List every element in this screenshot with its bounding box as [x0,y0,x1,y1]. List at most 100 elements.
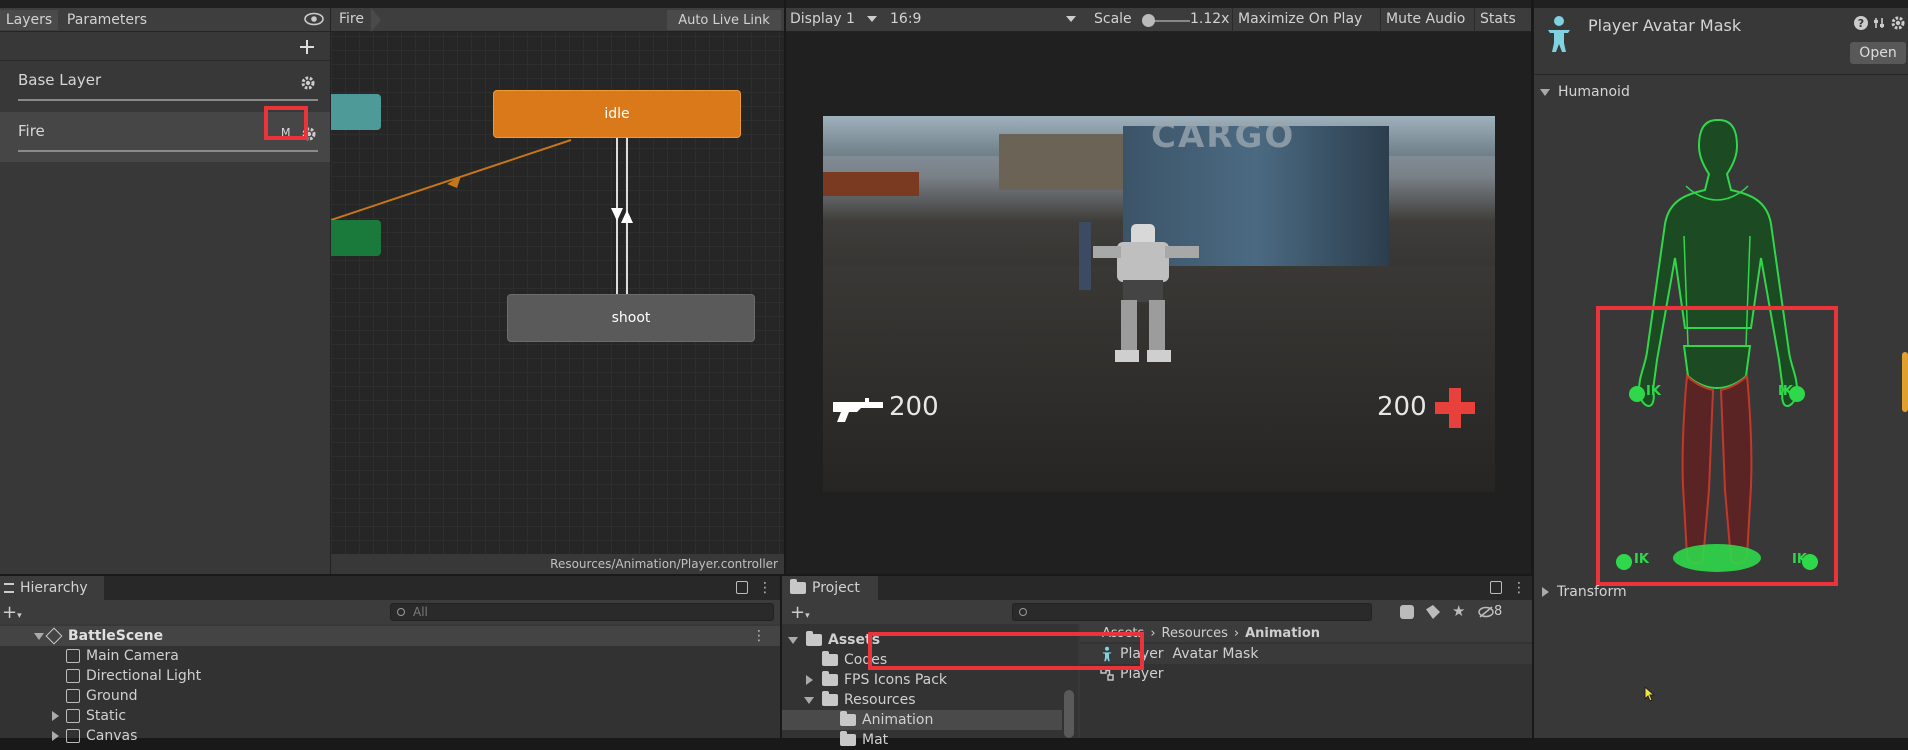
graph-footer: Resources/Animation/Player.controller [331,554,784,574]
hierarchy-tab[interactable]: Hierarchy [0,576,104,600]
tab-layers[interactable]: Layers [0,10,58,30]
transform-foldout[interactable]: Transform [1542,584,1627,600]
hierarchy-toolbar: +▾ All [0,600,780,624]
stats-button[interactable]: Stats [1480,11,1516,27]
humanoid-label: Humanoid [1558,84,1630,100]
state-node-green[interactable] [331,220,381,256]
aspect-dropdown[interactable]: 16:9 [890,11,1082,27]
folder-row-selected[interactable]: Animation [782,710,1062,730]
tree-item[interactable]: Directional Light [0,666,780,686]
scene-container-text: CARGO [1151,116,1296,156]
create-dropdown[interactable]: +▾ [790,602,810,623]
filter-label-icon[interactable] [1426,605,1440,619]
eye-slash-icon [1478,605,1494,618]
search-icon [397,608,405,616]
display-dropdown[interactable]: Display 1 [790,11,886,27]
tree-item[interactable]: Static [0,706,780,726]
layer-weight-bar [18,150,318,152]
health-count: 200 [1377,392,1427,422]
avatar-mask-icon [1548,16,1570,52]
folder-row[interactable]: Mat [782,730,1078,750]
humanoid-foldout[interactable]: Humanoid [1540,84,1630,100]
hierarchy-search-field[interactable]: All [390,603,774,621]
chevron-right-icon: › [1233,625,1240,641]
gameobject-icon [66,649,80,663]
filter-type-icon[interactable] [1400,605,1414,619]
scale-value: 1.12x [1190,11,1230,27]
game-toolbar: Display 1 16:9 Scale 1.12x Maximize On P… [786,8,1531,32]
folder-label: Resources [844,692,916,708]
folder-row[interactable]: Resources [782,690,1078,710]
mute-audio-button[interactable]: Mute Audio [1386,11,1465,27]
foldout-right-icon [806,675,813,685]
asset-row[interactable]: Player [1080,664,1532,684]
scene-name: BattleScene [68,628,164,644]
folder-label: FPS Icons Pack [844,672,948,688]
list-icon [4,583,14,593]
hierarchy-tree: BattleScene ⋮ Main Camera Directional Li… [0,626,780,744]
scale-slider-handle[interactable] [1142,14,1155,27]
toolbar-sep [1380,8,1381,32]
animator-graph[interactable]: Fire Auto Live Link idle shoot Resources… [331,8,784,574]
item-label: Ground [86,688,138,704]
menu-dots-icon[interactable]: ⋮ [752,628,766,644]
gear-icon[interactable] [1890,15,1906,31]
asset-row-selected[interactable]: Player Avatar Mask [1080,644,1532,664]
state-idle[interactable]: idle [493,90,741,138]
gameobject-icon [66,729,80,743]
menu-dots-icon[interactable]: ⋮ [1512,580,1526,596]
game-tabbar [786,0,1531,8]
folder-icon [840,731,856,746]
eye-icon[interactable] [304,12,324,26]
foldout-down-icon [788,636,798,644]
maximize-on-play-button[interactable]: Maximize On Play [1238,11,1362,27]
lock-icon[interactable] [736,581,748,594]
scale-label: Scale [1094,11,1132,27]
scene-row[interactable]: BattleScene ⋮ [0,626,780,646]
highlight-avatar-mask-asset [868,632,1144,670]
inspector-scrollbar[interactable] [1902,352,1908,412]
tree-item[interactable]: Ground [0,686,780,706]
layers-toolbar: Layers Parameters [0,8,330,32]
health-cross-icon [1435,388,1475,428]
project-toolbar: +▾ ★ 8 [782,600,1532,624]
inspector-tabbar [1534,0,1908,8]
hidden-packages-toggle[interactable]: 8 [1478,604,1502,619]
create-dropdown[interactable]: +▾ [2,602,22,623]
search-icon [1019,608,1027,616]
add-layer-button[interactable] [296,36,318,58]
scale-slider[interactable] [1142,14,1190,27]
project-search-field[interactable] [1012,603,1372,621]
breadcrumb-item[interactable]: Resources [1162,626,1228,641]
hierarchy-tabbar: Hierarchy ⋮ [0,576,780,600]
favorite-star-icon[interactable]: ★ [1452,602,1465,620]
tab-parameters[interactable]: Parameters [60,10,154,30]
folder-icon [822,651,838,666]
open-button[interactable]: Open [1850,42,1906,64]
hierarchy-window: Hierarchy ⋮ +▾ All BattleScene ⋮ Main Ca… [0,576,780,744]
state-node-teal[interactable] [331,94,381,130]
lock-icon[interactable] [1490,581,1502,594]
inspector-window: Player Avatar Mask ? Open Humanoid IK IK… [1534,0,1908,738]
help-icon[interactable]: ? [1854,16,1868,30]
state-shoot[interactable]: shoot [507,294,755,342]
gear-icon[interactable] [300,75,316,91]
folder-row[interactable]: FPS Icons Pack [782,670,1078,690]
gameobject-icon [66,669,80,683]
display-label: Display 1 [790,11,855,27]
foldout-right-icon [1542,587,1549,597]
breadcrumb-item-current[interactable]: Animation [1245,626,1320,641]
item-label: Canvas [86,728,138,744]
menu-dots-icon[interactable]: ⋮ [758,580,772,596]
preset-icon[interactable] [1873,16,1885,30]
tree-item[interactable]: Main Camera [0,646,780,666]
layer-weight-bar [18,99,318,101]
folder-tree-scrollbar[interactable] [1064,690,1074,738]
project-tab[interactable]: Project [782,576,878,600]
layer-item-base[interactable]: Base Layer [0,61,330,111]
tree-item[interactable]: Canvas [0,726,780,746]
folder-open-icon [806,631,822,646]
ammo-count: 200 [889,392,939,422]
foldout-right-icon [52,711,59,721]
game-viewport[interactable]: CARGO 200 200 [823,116,1495,492]
